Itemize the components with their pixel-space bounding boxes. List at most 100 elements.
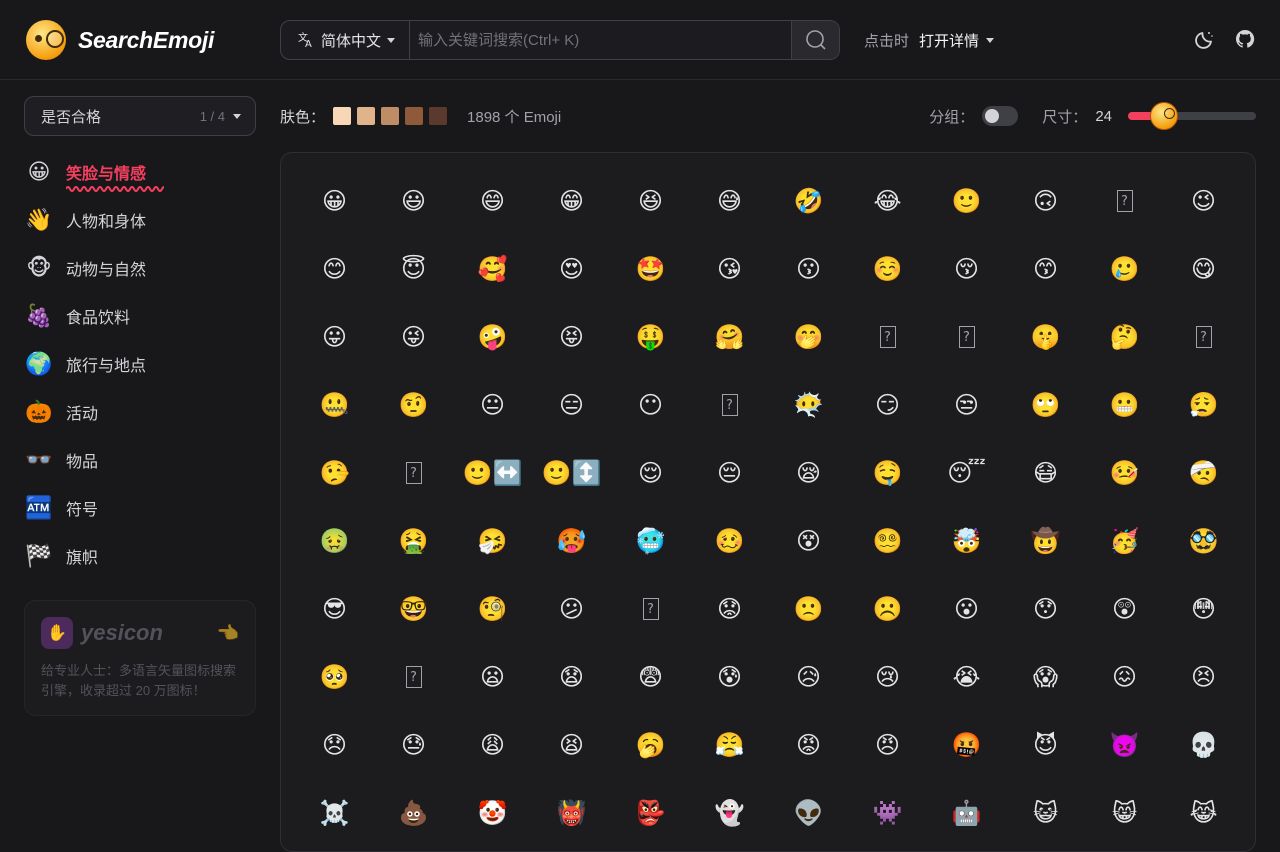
yesicon-promo-card[interactable]: ✋ yesicon 👈 给专业人士：多语言矢量图标搜索引擎，收录超过 20 万图… bbox=[24, 600, 256, 716]
emoji-cell[interactable]: 😌 bbox=[611, 439, 690, 507]
emoji-cell[interactable]: 😂 bbox=[848, 167, 927, 235]
emoji-cell[interactable]: 👹 bbox=[532, 779, 611, 847]
emoji-cell[interactable]: 😓 bbox=[374, 711, 453, 779]
emoji-cell[interactable]: 😖 bbox=[1085, 643, 1164, 711]
emoji-cell[interactable]: 😒 bbox=[927, 371, 1006, 439]
emoji-cell[interactable]: 😶‍🌫️ bbox=[769, 371, 848, 439]
emoji-cell[interactable]: 😐 bbox=[453, 371, 532, 439]
emoji-cell[interactable]: 😔 bbox=[690, 439, 769, 507]
emoji-cell[interactable]: 😇 bbox=[374, 235, 453, 303]
emoji-cell[interactable]: 😛 bbox=[295, 303, 374, 371]
skin-tone-swatch[interactable] bbox=[429, 107, 448, 125]
emoji-cell[interactable]: 🤢 bbox=[295, 507, 374, 575]
emoji-cell[interactable]: 😭 bbox=[927, 643, 1006, 711]
group-toggle[interactable] bbox=[982, 106, 1019, 126]
emoji-cell[interactable]: 😨 bbox=[611, 643, 690, 711]
emoji-cell[interactable]: ? bbox=[690, 371, 769, 439]
emoji-cell[interactable]: 🤫 bbox=[1006, 303, 1085, 371]
emoji-cell[interactable]: 😗 bbox=[769, 235, 848, 303]
emoji-cell[interactable]: 🤮 bbox=[374, 507, 453, 575]
emoji-cell[interactable]: 🤗 bbox=[690, 303, 769, 371]
emoji-cell[interactable]: 😰 bbox=[690, 643, 769, 711]
emoji-cell[interactable]: 😆 bbox=[611, 167, 690, 235]
emoji-cell[interactable]: 😴 bbox=[927, 439, 1006, 507]
emoji-cell[interactable]: 😉 bbox=[1164, 167, 1243, 235]
emoji-cell[interactable]: 😧 bbox=[532, 643, 611, 711]
emoji-cell[interactable]: 😑 bbox=[532, 371, 611, 439]
emoji-cell[interactable]: ? bbox=[927, 303, 1006, 371]
emoji-cell[interactable]: 😋 bbox=[1164, 235, 1243, 303]
monocle-face-slider-thumb-icon[interactable] bbox=[1149, 102, 1178, 130]
emoji-cell[interactable]: 🤪 bbox=[453, 303, 532, 371]
emoji-cell[interactable]: 🙄 bbox=[1006, 371, 1085, 439]
category-item[interactable]: 🐵 动物与自然 bbox=[24, 244, 256, 292]
emoji-cell[interactable]: 👿 bbox=[1085, 711, 1164, 779]
emoji-cell[interactable]: 😎 bbox=[295, 575, 374, 643]
emoji-cell[interactable]: 🥳 bbox=[1085, 507, 1164, 575]
emoji-cell[interactable]: 😏 bbox=[848, 371, 927, 439]
emoji-cell[interactable]: 🥶 bbox=[611, 507, 690, 575]
emoji-cell[interactable]: 🤒 bbox=[1085, 439, 1164, 507]
category-item[interactable]: 👋 人物和身体 bbox=[24, 196, 256, 244]
category-item[interactable]: 🏧 符号 bbox=[24, 484, 256, 532]
emoji-cell[interactable]: 😩 bbox=[453, 711, 532, 779]
emoji-cell[interactable]: 😤 bbox=[690, 711, 769, 779]
language-select[interactable]: 文A 简体中文 bbox=[281, 21, 411, 59]
emoji-cell[interactable]: 😹 bbox=[1164, 779, 1243, 847]
emoji-cell[interactable]: 🤣 bbox=[769, 167, 848, 235]
emoji-cell[interactable]: 🙂↕️ bbox=[532, 439, 611, 507]
emoji-cell[interactable]: 🤓 bbox=[374, 575, 453, 643]
emoji-cell[interactable]: 👻 bbox=[690, 779, 769, 847]
category-item[interactable]: 🏁 旗帜 bbox=[24, 532, 256, 580]
emoji-cell[interactable]: 😥 bbox=[769, 643, 848, 711]
emoji-cell[interactable]: 🙂 bbox=[927, 167, 1006, 235]
emoji-cell[interactable]: 🤨 bbox=[374, 371, 453, 439]
emoji-cell[interactable]: 😮‍💨 bbox=[1164, 371, 1243, 439]
dark-mode-toggle[interactable] bbox=[1194, 28, 1216, 50]
emoji-cell[interactable]: 😶 bbox=[611, 371, 690, 439]
emoji-cell[interactable]: 😮 bbox=[927, 575, 1006, 643]
emoji-cell[interactable]: 😝 bbox=[532, 303, 611, 371]
emoji-cell[interactable]: 🤩 bbox=[611, 235, 690, 303]
skin-tone-swatch[interactable] bbox=[357, 107, 376, 125]
emoji-cell[interactable]: 🤭 bbox=[769, 303, 848, 371]
emoji-cell[interactable]: 😜 bbox=[374, 303, 453, 371]
emoji-cell[interactable]: 😣 bbox=[1164, 643, 1243, 711]
emoji-cell[interactable]: 😟 bbox=[690, 575, 769, 643]
emoji-cell[interactable]: 😚 bbox=[927, 235, 1006, 303]
emoji-cell[interactable]: 😙 bbox=[1006, 235, 1085, 303]
category-item[interactable]: 🍇 食品饮料 bbox=[24, 292, 256, 340]
emoji-cell[interactable]: ? bbox=[611, 575, 690, 643]
emoji-cell[interactable]: 🤑 bbox=[611, 303, 690, 371]
emoji-cell[interactable]: 😱 bbox=[1006, 643, 1085, 711]
emoji-cell[interactable]: 🥵 bbox=[532, 507, 611, 575]
emoji-cell[interactable]: ? bbox=[1085, 167, 1164, 235]
emoji-cell[interactable]: 😵 bbox=[769, 507, 848, 575]
skin-tone-swatch[interactable] bbox=[405, 107, 424, 125]
emoji-cell[interactable]: 🤥 bbox=[295, 439, 374, 507]
github-link[interactable] bbox=[1234, 28, 1256, 50]
emoji-cell[interactable]: 😺 bbox=[1006, 779, 1085, 847]
click-action-select[interactable]: 打开详情 bbox=[919, 30, 995, 51]
emoji-cell[interactable]: 👺 bbox=[611, 779, 690, 847]
skin-tone-swatch[interactable] bbox=[381, 107, 400, 125]
app-logo[interactable]: SearchEmoji bbox=[26, 19, 214, 61]
category-item[interactable]: 👓 物品 bbox=[24, 436, 256, 484]
emoji-cell[interactable]: 😠 bbox=[848, 711, 927, 779]
emoji-cell[interactable]: ☹️ bbox=[848, 575, 927, 643]
search-input[interactable] bbox=[410, 21, 791, 59]
emoji-cell[interactable]: 💀 bbox=[1164, 711, 1243, 779]
emoji-cell[interactable]: ☺️ bbox=[848, 235, 927, 303]
emoji-cell[interactable]: 🙂↔️ bbox=[453, 439, 532, 507]
emoji-cell[interactable]: 👽 bbox=[769, 779, 848, 847]
emoji-cell[interactable]: 🥸 bbox=[1164, 507, 1243, 575]
emoji-cell[interactable]: 😦 bbox=[453, 643, 532, 711]
emoji-cell[interactable]: 🤔 bbox=[1085, 303, 1164, 371]
emoji-cell[interactable]: 😈 bbox=[1006, 711, 1085, 779]
emoji-cell[interactable]: 😊 bbox=[295, 235, 374, 303]
emoji-cell[interactable]: 😷 bbox=[1006, 439, 1085, 507]
skin-tone-swatch[interactable] bbox=[333, 107, 352, 125]
emoji-cell[interactable]: 😳 bbox=[1164, 575, 1243, 643]
emoji-cell[interactable]: 🙁 bbox=[769, 575, 848, 643]
emoji-cell[interactable]: 😪 bbox=[769, 439, 848, 507]
